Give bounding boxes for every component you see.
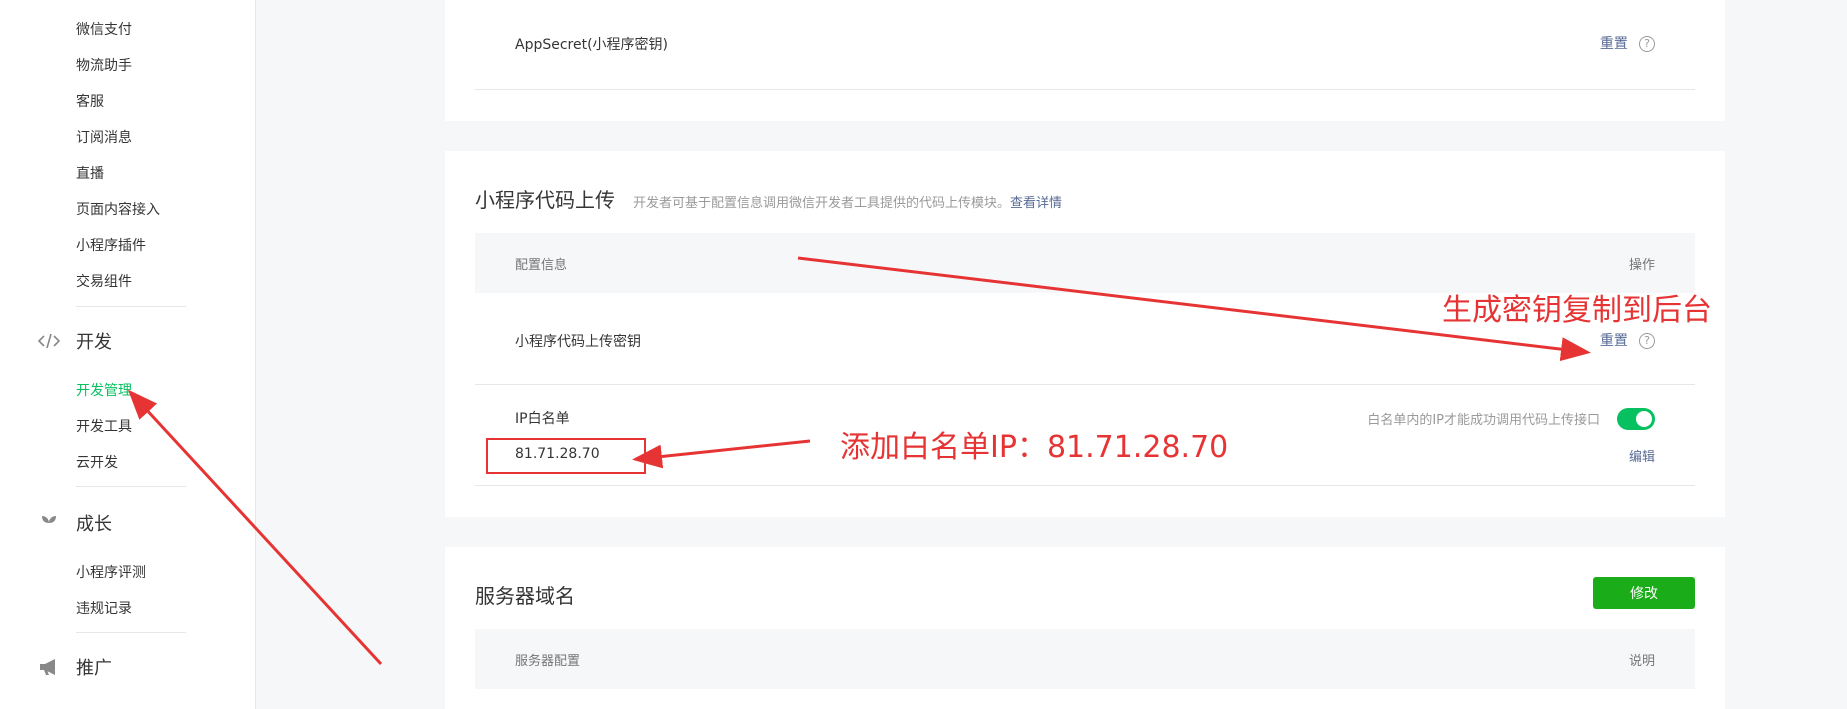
sidebar-item-cloud-dev[interactable]: 云开发: [76, 452, 118, 472]
whitelist-toggle[interactable]: [1617, 408, 1655, 430]
sidebar-group-growth[interactable]: 成长: [36, 510, 112, 536]
view-details-link[interactable]: 查看详情: [1010, 196, 1062, 211]
appsecret-reset-link[interactable]: 重置: [1600, 36, 1628, 52]
annotation-add-ip: 添加白名单IP：81.71.28.70: [840, 430, 1229, 465]
ip-whitelist-label: IP白名单: [515, 411, 570, 427]
ip-highlight-box: [486, 438, 646, 474]
sidebar-group-label: 推广: [76, 658, 112, 679]
header-config-info: 配置信息: [515, 258, 568, 273]
server-domain-card: 服务器域名 修改 服务器配置 说明: [445, 547, 1725, 709]
code-upload-title: 小程序代码上传 开发者可基于配置信息调用微信开发者工具提供的代码上传模块。查看详情: [475, 184, 1062, 213]
sidebar-divider: [76, 632, 186, 633]
sidebar-divider: [76, 486, 186, 487]
appsecret-actions: 重置 ?: [1600, 33, 1655, 53]
sidebar-item-customer-service[interactable]: 客服: [76, 91, 104, 111]
sidebar-item-trade-component[interactable]: 交易组件: [76, 271, 132, 291]
server-domain-title: 服务器域名: [475, 584, 575, 608]
server-table-header: 服务器配置 说明: [475, 629, 1695, 689]
help-icon[interactable]: ?: [1639, 332, 1655, 349]
upload-table-header: 配置信息 操作: [475, 233, 1695, 293]
ip-edit-wrap: 编辑: [1629, 446, 1655, 465]
code-upload-title-text: 小程序代码上传: [475, 188, 615, 212]
sidebar-item-page-content[interactable]: 页面内容接入: [76, 199, 160, 219]
sidebar-group-label: 成长: [76, 514, 112, 535]
sidebar-item-evaluation[interactable]: 小程序评测: [76, 562, 146, 582]
row-divider: [475, 485, 1695, 486]
ip-edit-link[interactable]: 编辑: [1629, 450, 1655, 465]
header-action: 操作: [1628, 258, 1655, 273]
sidebar-item-logistics[interactable]: 物流助手: [76, 55, 132, 75]
appsecret-label: AppSecret(小程序密钥): [515, 37, 669, 53]
code-upload-desc: 开发者可基于配置信息调用微信开发者工具提供的代码上传模块。: [633, 196, 1011, 211]
sidebar-item-subscribe-msg[interactable]: 订阅消息: [76, 127, 132, 147]
code-icon: [36, 330, 62, 352]
help-icon[interactable]: ?: [1639, 35, 1655, 52]
sidebar-group-label: 开发: [76, 332, 112, 353]
upload-key-reset-link[interactable]: 重置: [1600, 333, 1628, 349]
sprout-icon: [36, 512, 62, 534]
sidebar: 微信支付 物流助手 客服 订阅消息 直播 页面内容接入 小程序插件 交易组件 开…: [0, 0, 256, 709]
appsecret-card: AppSecret(小程序密钥) 重置 ?: [445, 0, 1725, 121]
sidebar-item-wechat-pay[interactable]: 微信支付: [76, 19, 132, 39]
header-description: 说明: [1628, 654, 1655, 669]
row-divider: [475, 89, 1695, 90]
sidebar-item-live[interactable]: 直播: [76, 163, 104, 183]
sidebar-item-dev-tools[interactable]: 开发工具: [76, 416, 132, 436]
sidebar-item-plugins[interactable]: 小程序插件: [76, 235, 146, 255]
modify-button[interactable]: 修改: [1593, 577, 1695, 609]
megaphone-icon: [36, 656, 62, 678]
header-server-config: 服务器配置: [515, 654, 581, 669]
upload-key-label: 小程序代码上传密钥: [515, 334, 641, 350]
sidebar-group-dev[interactable]: 开发: [36, 328, 112, 354]
whitelist-toggle-text: 白名单内的IP才能成功调用代码上传接口: [1367, 413, 1600, 428]
toggle-knob: [1636, 411, 1652, 427]
sidebar-item-dev-manage[interactable]: 开发管理: [76, 380, 132, 400]
upload-key-actions: 重置 ?: [1600, 330, 1655, 350]
sidebar-group-promo[interactable]: 推广: [36, 654, 112, 680]
annotation-copy-key: 生成密钥复制到后台: [1442, 293, 1712, 328]
row-divider: [475, 384, 1695, 385]
sidebar-divider: [76, 306, 186, 307]
sidebar-item-violations[interactable]: 违规记录: [76, 598, 132, 618]
